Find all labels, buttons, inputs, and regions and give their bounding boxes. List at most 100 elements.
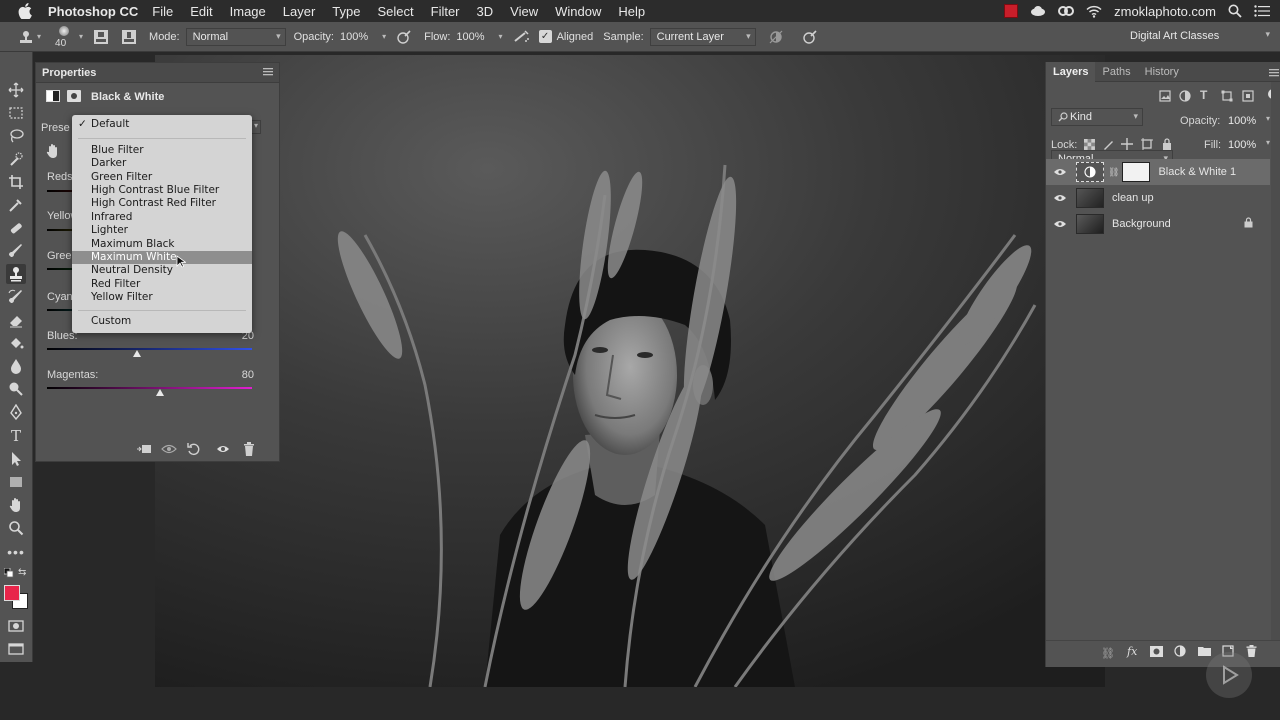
- quick-selection-tool-icon[interactable]: [6, 149, 26, 169]
- layer-row-background[interactable]: Background: [1046, 211, 1270, 237]
- rectangle-tool-icon[interactable]: [6, 472, 26, 492]
- creative-cloud-icon[interactable]: [1058, 4, 1075, 18]
- opacity-value[interactable]: 100%: [340, 31, 368, 43]
- adjustment-icon[interactable]: [46, 90, 60, 102]
- visibility-eye-icon[interactable]: [1050, 168, 1070, 176]
- crop-tool-icon[interactable]: [6, 172, 26, 192]
- cloud-icon[interactable]: [1030, 5, 1046, 17]
- hand-tool-icon[interactable]: [6, 495, 26, 515]
- preset-item-darker[interactable]: Darker: [72, 157, 252, 170]
- tab-history[interactable]: History: [1138, 62, 1186, 82]
- menu-type[interactable]: Type: [332, 4, 360, 19]
- blues-slider-thumb[interactable]: [133, 350, 142, 357]
- preset-item-lighter[interactable]: Lighter: [72, 224, 252, 237]
- visibility-eye-icon[interactable]: [1050, 220, 1070, 228]
- magentas-value[interactable]: 80: [216, 369, 254, 381]
- foreground-color-swatch[interactable]: [4, 585, 20, 601]
- layer-row-clean-up[interactable]: clean up: [1046, 185, 1270, 211]
- add-mask-icon[interactable]: [1150, 646, 1163, 660]
- sample-select[interactable]: Current Layer ▾: [649, 27, 756, 46]
- site-name[interactable]: zmoklaphoto.com: [1114, 4, 1216, 19]
- spotlight-search-icon[interactable]: [1228, 4, 1242, 18]
- workspace-select[interactable]: Digital Art Classes ▾: [1124, 27, 1274, 45]
- path-selection-tool-icon[interactable]: [6, 449, 26, 469]
- type-tool-icon[interactable]: T: [6, 426, 26, 446]
- menu-edit[interactable]: Edit: [190, 4, 212, 19]
- layer-row-black-white-1[interactable]: ⛓ Black & White 1: [1046, 159, 1270, 185]
- pressure-size-icon[interactable]: [802, 29, 818, 45]
- lock-image-pixels-icon[interactable]: [1103, 139, 1114, 153]
- layer-name[interactable]: Background: [1112, 218, 1171, 230]
- app-name[interactable]: Photoshop CC: [48, 4, 138, 19]
- chevron-down-icon[interactable]: ▾: [37, 32, 41, 41]
- menu-3d[interactable]: 3D: [477, 4, 494, 19]
- more-tools-icon[interactable]: •••: [6, 542, 26, 562]
- reset-icon[interactable]: [187, 442, 201, 459]
- screen-mode-icon[interactable]: [6, 639, 26, 659]
- filter-smart-objects-icon[interactable]: [1242, 90, 1254, 105]
- layer-mask-thumbnail[interactable]: [1122, 162, 1151, 182]
- menu-view[interactable]: View: [510, 4, 538, 19]
- dodge-tool-icon[interactable]: [6, 379, 26, 399]
- zoom-tool-icon[interactable]: [6, 518, 26, 538]
- preset-item-high-contrast-red-filter[interactable]: High Contrast Red Filter: [72, 197, 252, 210]
- menu-file[interactable]: File: [152, 4, 173, 19]
- new-adjustment-layer-icon[interactable]: [1174, 645, 1186, 660]
- chevron-down-icon[interactable]: ▾: [79, 32, 83, 41]
- menu-help[interactable]: Help: [618, 4, 645, 19]
- magentas-slider-thumb[interactable]: [155, 389, 164, 396]
- tab-layers[interactable]: Layers: [1046, 61, 1096, 82]
- new-group-folder-icon[interactable]: [1198, 646, 1211, 659]
- healing-brush-tool-icon[interactable]: [6, 218, 26, 238]
- mask-icon[interactable]: [67, 90, 81, 102]
- mask-link-icon[interactable]: ⛓: [1108, 167, 1119, 178]
- eyedropper-tool-icon[interactable]: [6, 195, 26, 215]
- paint-bucket-tool-icon[interactable]: [6, 333, 26, 353]
- preset-item-maximum-white[interactable]: Maximum White: [72, 251, 252, 268]
- apple-icon[interactable]: [16, 2, 34, 20]
- filter-type-layers-icon[interactable]: T: [1200, 88, 1207, 102]
- targeted-adjustment-hand-icon[interactable]: [45, 143, 61, 162]
- layers-scrollbar[interactable]: [1271, 82, 1280, 640]
- layer-opacity-value[interactable]: 100%: [1228, 115, 1256, 127]
- panel-menu-icon[interactable]: [1269, 68, 1279, 80]
- visibility-eye-icon[interactable]: [216, 442, 230, 459]
- panel-menu-icon[interactable]: [263, 67, 273, 79]
- view-previous-state-icon[interactable]: [161, 442, 177, 459]
- marquee-tool-icon[interactable]: [6, 103, 26, 123]
- toggle-clone-source-panel-icon[interactable]: [121, 29, 137, 45]
- blues-slider-track[interactable]: [47, 348, 252, 350]
- preset-item-default[interactable]: ✓ Default: [72, 118, 252, 131]
- layer-name[interactable]: clean up: [1112, 192, 1154, 204]
- preset-item-custom[interactable]: Custom: [72, 315, 252, 328]
- blur-tool-icon[interactable]: [6, 356, 26, 376]
- default-colors-icon[interactable]: [3, 567, 14, 581]
- brush-size-picker[interactable]: 40: [53, 24, 75, 50]
- swap-colors-icon[interactable]: ⇆: [18, 567, 26, 578]
- clip-to-layer-icon[interactable]: [136, 442, 152, 459]
- chevron-down-icon[interactable]: ▾: [499, 32, 503, 41]
- menu-filter[interactable]: Filter: [431, 4, 460, 19]
- preset-item-infrared[interactable]: Infrared: [72, 211, 252, 224]
- eraser-tool-icon[interactable]: [6, 310, 26, 330]
- chevron-down-icon[interactable]: ▾: [382, 32, 386, 41]
- chevron-down-icon[interactable]: ▾: [1266, 114, 1270, 123]
- lock-position-icon[interactable]: [1121, 138, 1133, 153]
- chevron-down-icon[interactable]: ▾: [1266, 138, 1270, 147]
- prevent-auto-nesting-icon[interactable]: [1141, 138, 1153, 153]
- aligned-checkbox[interactable]: ✓: [538, 30, 552, 43]
- document-canvas[interactable]: [155, 55, 1105, 687]
- menu-layer[interactable]: Layer: [283, 4, 316, 19]
- preset-item-high-contrast-blue-filter[interactable]: High Contrast Blue Filter: [72, 184, 252, 197]
- preset-item-blue-filter[interactable]: Blue Filter: [72, 144, 252, 157]
- preset-item-red-filter[interactable]: Red Filter: [72, 278, 252, 291]
- filter-pixel-layers-icon[interactable]: [1159, 90, 1171, 105]
- tab-paths[interactable]: Paths: [1095, 62, 1137, 82]
- quick-mask-icon[interactable]: [6, 616, 26, 636]
- trash-icon[interactable]: [243, 442, 255, 459]
- clone-stamp-tool-icon[interactable]: [6, 264, 26, 284]
- layer-style-fx-icon[interactable]: fx: [1127, 645, 1137, 658]
- wifi-icon[interactable]: [1086, 5, 1102, 18]
- pressure-opacity-icon[interactable]: [396, 29, 412, 45]
- brush-tool-icon[interactable]: [6, 241, 26, 261]
